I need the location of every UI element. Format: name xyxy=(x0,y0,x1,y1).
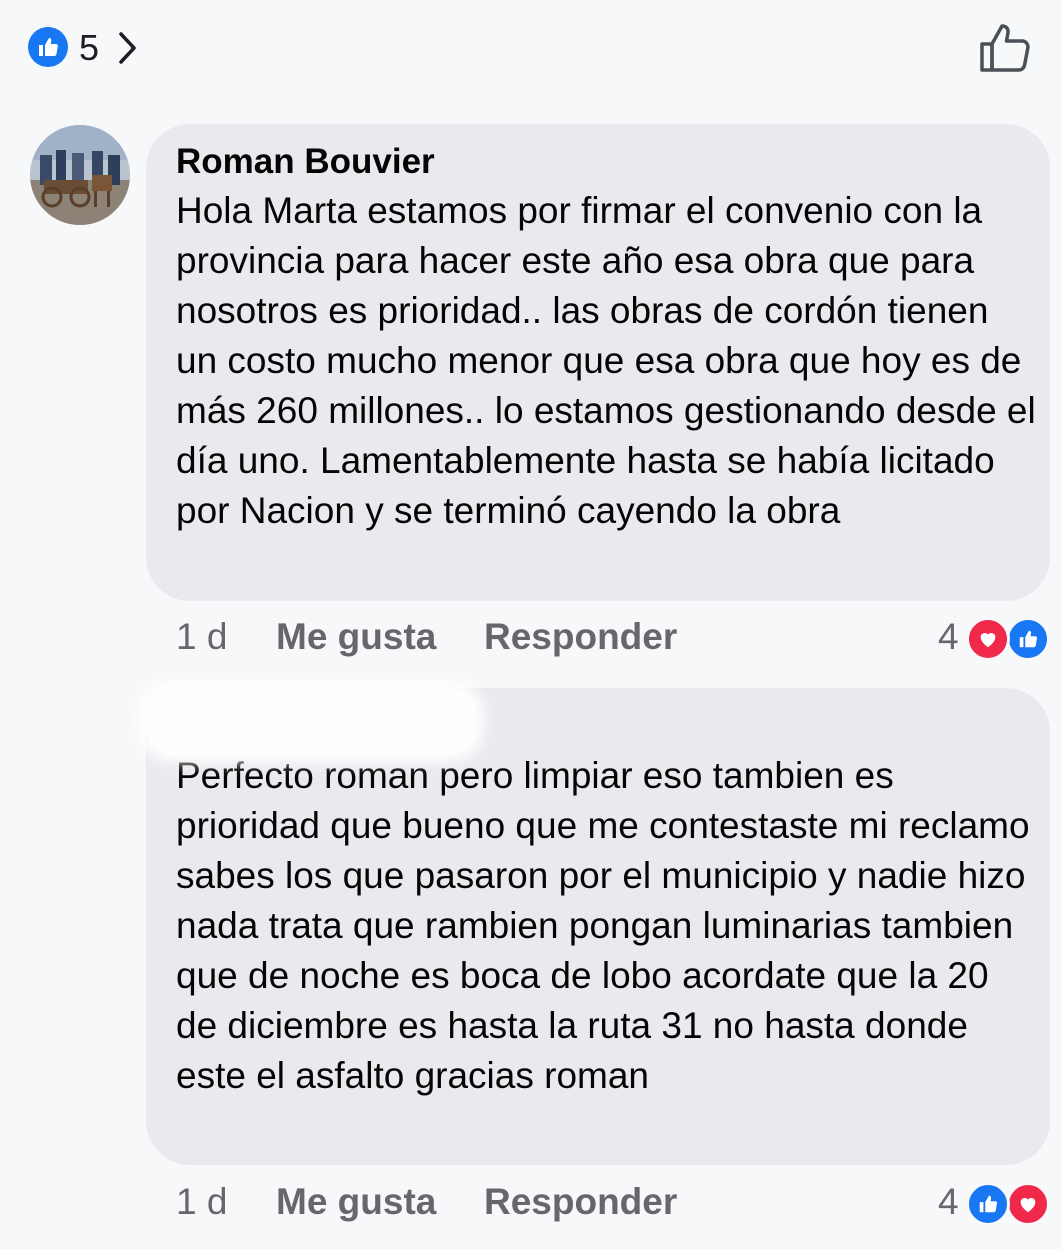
like-icon xyxy=(966,1182,1010,1226)
comment-author[interactable]: Roman Bouvier xyxy=(176,142,435,182)
reaction-icons[interactable] xyxy=(966,1182,1052,1226)
reply-button[interactable]: Responder xyxy=(484,1177,677,1227)
reaction-count[interactable]: 4 xyxy=(938,1177,959,1227)
like-icon xyxy=(28,27,68,67)
comment-timestamp[interactable]: 1 d xyxy=(176,1177,227,1227)
thumbs-up-outline-icon[interactable] xyxy=(975,20,1035,76)
like-button[interactable]: Me gusta xyxy=(276,612,436,662)
reply-button[interactable]: Responder xyxy=(484,612,677,662)
comment-bubble: Perfecto roman pero limpiar eso tambien … xyxy=(146,688,1050,1165)
comment-bubble: Roman Bouvier Hola Marta estamos por fir… xyxy=(146,124,1050,601)
chevron-right-icon[interactable] xyxy=(112,28,142,68)
like-button[interactable]: Me gusta xyxy=(276,1177,436,1227)
heart-icon xyxy=(1006,1182,1050,1226)
comment-timestamp[interactable]: 1 d xyxy=(176,612,227,662)
heart-icon xyxy=(966,617,1010,661)
comment-actions: 1 d Me gusta Responder 4 xyxy=(176,1177,1052,1227)
reaction-count[interactable]: 4 xyxy=(938,612,959,662)
redacted-author xyxy=(146,688,476,754)
comment-text: Perfecto roman pero limpiar eso tambien … xyxy=(176,755,1030,1096)
reaction-count[interactable]: 5 xyxy=(79,28,99,68)
avatar[interactable] xyxy=(30,125,130,225)
comment-text: Hola Marta estamos por firmar el conveni… xyxy=(176,190,1036,531)
reaction-summary-bar: 5 xyxy=(0,0,1062,100)
comment-actions: 1 d Me gusta Responder 4 xyxy=(176,612,1052,662)
reaction-icons[interactable] xyxy=(966,617,1052,661)
like-icon xyxy=(1006,617,1050,661)
